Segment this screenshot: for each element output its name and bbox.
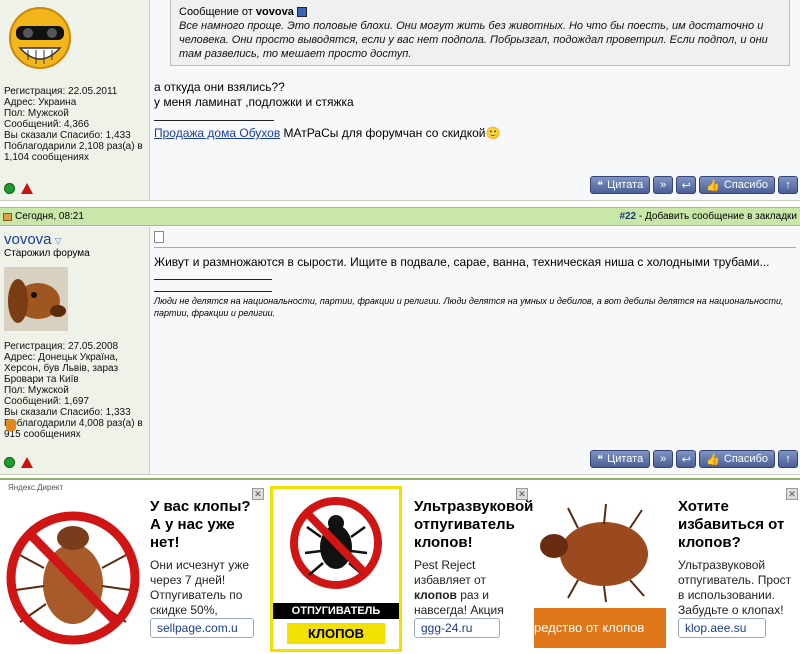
user-rank: Старожил форума	[4, 248, 90, 259]
ad-link[interactable]: klop.aee.su	[678, 618, 766, 638]
ad-title[interactable]: Ультразвуковой отпугиватель клопов!	[414, 498, 533, 552]
post-2-user-pane: vovova ▽ Старожил форума Регистрация: 27…	[0, 227, 150, 474]
quote-author[interactable]: vovova	[256, 6, 294, 18]
quote-block: Сообщение от vovova Все намного проще. Э…	[170, 0, 790, 66]
arrow-up-icon: ↑	[785, 453, 791, 465]
quick-reply-button[interactable]: ↩	[676, 450, 697, 468]
post-icon	[3, 212, 12, 221]
scroll-top-button[interactable]: ↑	[778, 176, 798, 194]
post-1-user-pane: Регистрация: 22.05.2011 Адрес: Украина П…	[0, 0, 150, 200]
multiquote-button[interactable]: »	[653, 450, 674, 468]
signature-divider	[154, 120, 274, 121]
report-icon[interactable]	[21, 457, 33, 468]
quick-reply-button[interactable]: ↩	[676, 176, 697, 194]
signature-divider	[154, 279, 272, 280]
online-status-icon	[4, 183, 15, 194]
thanks-button[interactable]: 👍 Спасибо	[699, 176, 775, 194]
avatar[interactable]	[4, 267, 68, 331]
thumbs-up-icon: 👍	[706, 179, 720, 192]
quote-icon: ❝	[597, 453, 604, 466]
ad-link[interactable]: sellpage.com.u	[150, 618, 254, 638]
thanks-button[interactable]: 👍 Спасибо	[699, 450, 775, 468]
multiquote-icon: »	[660, 453, 667, 465]
close-icon[interactable]: ✕	[516, 488, 528, 500]
bedbug-prohibited-image	[6, 511, 140, 645]
post-text-line: а откуда они взялись??	[154, 80, 285, 94]
ad-title[interactable]: У вас клопы? А у нас уже нет!	[150, 498, 260, 552]
ad-body: Ультразвуковой отпугиватель. Прост в исп…	[678, 558, 792, 617]
smile-icon: 🙂	[485, 126, 501, 140]
chevron-down-icon[interactable]: ▽	[55, 236, 62, 246]
post-text: Живут и размножаются в сырости. Ищите в …	[154, 255, 770, 269]
banner-text: редство от клопов	[534, 608, 666, 648]
scroll-top-button[interactable]: ↑	[778, 450, 798, 468]
close-icon[interactable]: ✕	[786, 488, 798, 500]
thumbs-up-icon: 👍	[706, 453, 720, 466]
post-2: vovova ▽ Старожил форума Регистрация: 27…	[0, 227, 800, 475]
view-post-icon[interactable]	[296, 7, 307, 18]
quote-text: Все намного проще. Это половые блохи. Он…	[179, 20, 768, 60]
post-number-link[interactable]: #22	[619, 211, 636, 222]
quote-button[interactable]: ❝ Цитата	[590, 450, 651, 468]
ad-card-1[interactable]: У вас клопы? А у нас уже нет! Они исчезн…	[0, 480, 268, 652]
ad-body: Pest Reject избавляет от клопов раз и на…	[414, 558, 504, 617]
ad-body: Они исчезнут уже через 7 дней! Отпугиват…	[150, 558, 250, 617]
avatar[interactable]	[8, 4, 72, 69]
banner-bottom-text: КЛОПОВ	[287, 623, 385, 644]
report-icon[interactable]	[21, 183, 33, 194]
quote-button[interactable]: ❝ Цитата	[590, 176, 651, 194]
multiquote-icon: »	[660, 179, 667, 191]
post-header: Сегодня, 08:21 #22 - Добавить сообщение …	[0, 207, 800, 226]
repeller-banner: ОТПУГИВАТЕЛЬ КЛОПОВ	[270, 486, 402, 652]
close-icon[interactable]: ✕	[252, 488, 264, 500]
user-info: Регистрация: 22.05.2011 Адрес: Украина П…	[4, 86, 143, 163]
ad-card-2[interactable]: ОТПУГИВАТЕЛЬ КЛОПОВ Ультразвуковой отпуг…	[268, 480, 533, 652]
post-1: Регистрация: 22.05.2011 Адрес: Украина П…	[0, 0, 800, 201]
banner-top-text: ОТПУГИВАТЕЛЬ	[273, 603, 399, 619]
bookmark-link[interactable]: - Добавить сообщение в закладки	[636, 211, 797, 222]
reply-icon: ↩	[681, 179, 691, 192]
post-text-line: у меня ламинат ,подложки и стяжка	[154, 95, 354, 109]
post-2-content: Живут и размножаются в сырости. Ищите в …	[150, 227, 800, 474]
signature: Продажа дома Обухов МАтРаСы для форумчан…	[154, 126, 501, 140]
ad-card-3[interactable]: редство от клопов Хотите избавиться от к…	[532, 480, 800, 652]
ad-block: Яндекс.Директ У вас клопы? А у нас уже н…	[0, 478, 800, 654]
ad-link[interactable]: ggg-24.ru	[414, 618, 500, 638]
signature: Люди не делятся на национальности, парти…	[154, 296, 784, 318]
signature-link[interactable]: Продажа дома Обухов	[154, 126, 280, 140]
post-1-content: Сообщение от vovova Все намного проще. Э…	[150, 0, 800, 200]
quote-icon: ❝	[597, 179, 604, 192]
document-icon	[154, 231, 164, 243]
multiquote-button[interactable]: »	[653, 176, 674, 194]
user-info: Регистрация: 27.05.2008 Адрес: Донецьк У…	[4, 341, 143, 440]
bug-prohibited-image	[290, 497, 382, 589]
signature-divider	[154, 291, 272, 292]
reply-icon: ↩	[681, 453, 691, 466]
online-status-icon	[4, 457, 15, 468]
award-icon	[6, 419, 16, 431]
ad-title[interactable]: Хотите избавиться от клопов?	[678, 498, 792, 552]
username[interactable]: vovova	[4, 231, 52, 248]
arrow-up-icon: ↑	[785, 179, 791, 191]
post-date: Сегодня, 08:21	[15, 211, 84, 222]
bedbug-image	[534, 494, 666, 604]
